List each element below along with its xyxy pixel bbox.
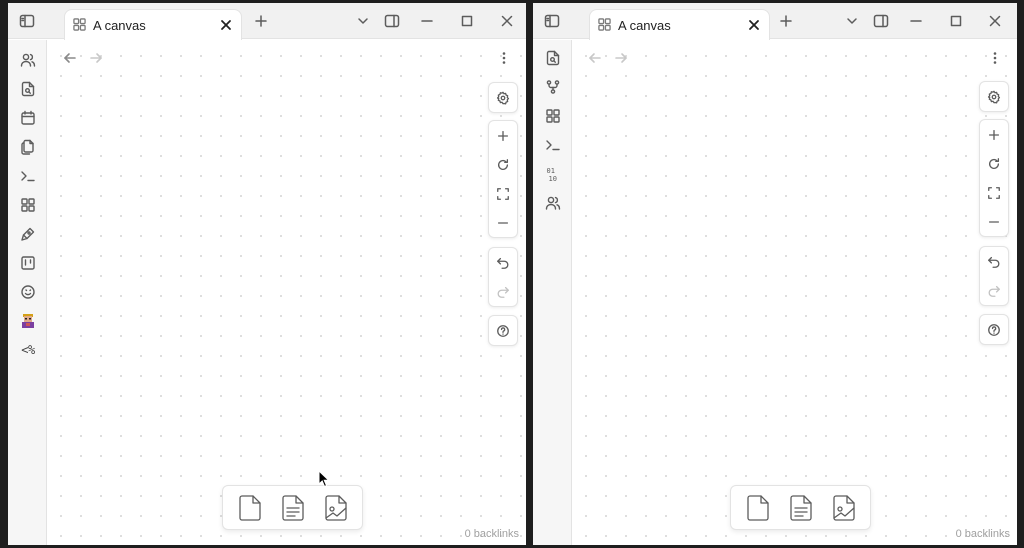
new-tab-icon[interactable] [775,10,797,32]
settings-group [488,82,518,113]
forward-arrow-icon[interactable] [86,48,106,68]
tab-a-canvas[interactable]: A canvas [589,9,770,40]
card-toolbar [222,485,363,530]
fit-view-icon[interactable] [979,178,1009,207]
left-ribbon: <% [8,40,47,545]
git-branch-icon[interactable] [542,76,564,98]
zoom-out-icon[interactable] [488,208,518,237]
canvas-area[interactable]: 0 backlinks [47,40,526,545]
avatar-icon[interactable] [17,310,39,332]
template-icon[interactable]: <% [17,339,39,361]
terminal-icon[interactable] [542,134,564,156]
zoom-in-icon[interactable] [488,121,518,150]
file-search-icon[interactable] [542,47,564,69]
undo-icon[interactable] [488,248,518,277]
more-options-icon[interactable] [494,48,514,68]
close-window-icon[interactable] [496,10,518,32]
history-controls [979,246,1009,306]
dashboard-icon[interactable] [542,105,564,127]
back-arrow-icon[interactable] [585,48,605,68]
reset-zoom-icon[interactable] [488,150,518,179]
right-sidebar-toggle-icon[interactable] [870,10,892,32]
redo-icon[interactable] [979,276,1009,305]
minimize-icon[interactable] [416,10,438,32]
reset-zoom-icon[interactable] [979,149,1009,178]
right-window: A canvas 01 10 0 backlinks [533,3,1017,545]
chevron-down-icon[interactable] [841,10,863,32]
terminal-icon[interactable] [17,165,39,187]
tab-title: A canvas [618,17,671,33]
sidebar-toggle-icon[interactable] [541,10,563,32]
canvas-icon [598,18,612,32]
canvas-icon [73,18,87,32]
users-icon[interactable] [17,49,39,71]
history-controls [488,247,518,307]
files-icon[interactable] [17,136,39,158]
maximize-icon[interactable] [456,10,478,32]
more-options-icon[interactable] [985,48,1005,68]
redo-icon[interactable] [488,277,518,306]
backlinks-count[interactable]: 0 backlinks [465,528,519,540]
template-label: <% [21,343,35,357]
tab-a-canvas[interactable]: A canvas [64,9,242,40]
add-file-card-icon[interactable] [271,490,314,526]
left-window: A canvas <% 0 backlinks [8,3,526,545]
zoom-out-icon[interactable] [979,207,1009,236]
dashboard-icon[interactable] [17,194,39,216]
title-bar: A canvas [8,3,526,40]
calendar-icon[interactable] [17,107,39,129]
help-icon[interactable] [979,315,1009,344]
close-tab-icon[interactable] [217,16,235,34]
settings-icon[interactable] [979,82,1009,111]
forward-arrow-icon[interactable] [611,48,631,68]
close-tab-icon[interactable] [745,16,763,34]
help-group [488,315,518,346]
maximize-icon[interactable] [945,10,967,32]
card-toolbar [730,485,871,530]
close-window-icon[interactable] [984,10,1006,32]
new-tab-icon[interactable] [250,10,272,32]
add-media-card-icon[interactable] [314,490,357,526]
pen-icon[interactable] [17,223,39,245]
right-sidebar-toggle-icon[interactable] [381,10,403,32]
binary-top-label: 01 [547,167,555,175]
help-icon[interactable] [488,316,518,345]
back-arrow-icon[interactable] [60,48,80,68]
users-icon[interactable] [542,192,564,214]
minimize-icon[interactable] [905,10,927,32]
canvas-area[interactable]: 0 backlinks [572,40,1017,545]
zoom-in-icon[interactable] [979,120,1009,149]
zoom-controls [488,120,518,238]
new-note-card-icon[interactable] [228,490,271,526]
undo-icon[interactable] [979,247,1009,276]
tab-title: A canvas [93,17,146,33]
mouse-cursor-icon [318,470,330,488]
smiley-icon[interactable] [17,281,39,303]
binary-bottom-label: 10 [549,175,557,182]
fit-view-icon[interactable] [488,179,518,208]
help-group [979,314,1009,345]
left-ribbon: 01 10 [533,40,572,545]
zoom-controls [979,119,1009,237]
add-media-card-icon[interactable] [822,490,865,526]
chevron-down-icon[interactable] [352,10,374,32]
settings-icon[interactable] [488,83,518,112]
add-file-card-icon[interactable] [779,490,822,526]
backlinks-count[interactable]: 0 backlinks [956,528,1010,540]
binary-icon[interactable]: 01 10 [542,163,564,185]
new-note-card-icon[interactable] [736,490,779,526]
kanban-icon[interactable] [17,252,39,274]
sidebar-toggle-icon[interactable] [16,10,38,32]
title-bar: A canvas [533,3,1017,40]
settings-group [979,81,1009,112]
file-search-icon[interactable] [17,78,39,100]
